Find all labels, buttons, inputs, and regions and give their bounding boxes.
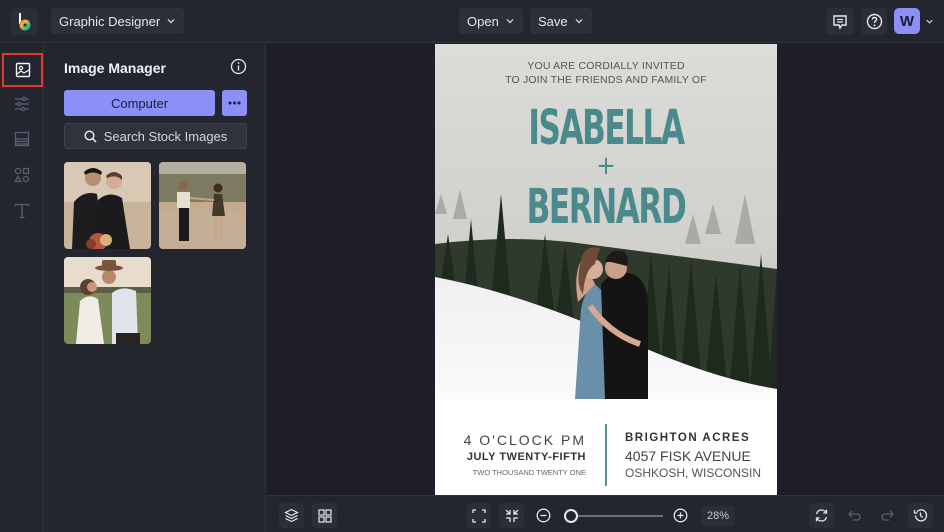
- more-options-button[interactable]: [222, 90, 247, 116]
- name-isabella[interactable]: ISABELLA: [483, 100, 729, 156]
- grid-icon: [317, 508, 332, 523]
- mode-selector[interactable]: Graphic Designer: [51, 8, 185, 34]
- save-label: Save: [538, 13, 568, 29]
- search-stock-images-button[interactable]: Search Stock Images: [64, 123, 247, 149]
- couple-photo-thumbnail: [159, 162, 246, 249]
- chevron-down-icon: [575, 19, 583, 24]
- more-icon: [228, 101, 241, 105]
- image-manager-panel: Image Manager Computer Search Stock Imag…: [44, 44, 266, 532]
- redo-button[interactable]: [875, 503, 900, 528]
- chevron-down-icon: [506, 19, 514, 24]
- venue-street[interactable]: 4057 FISK AVENUE: [625, 448, 751, 464]
- avatar[interactable]: W: [894, 8, 920, 34]
- zoom-out-icon[interactable]: [536, 508, 551, 523]
- open-button[interactable]: Open: [459, 8, 523, 34]
- rail-item-graphics[interactable]: [6, 160, 38, 190]
- sliders-icon: [15, 96, 29, 112]
- couple-photo-thumbnail: [64, 257, 151, 344]
- redo-icon: [881, 510, 894, 521]
- undo-icon: [848, 510, 861, 521]
- rail-item-text[interactable]: [6, 196, 38, 226]
- fit-to-screen-button[interactable]: [466, 503, 491, 528]
- comments-button[interactable]: [826, 8, 854, 35]
- image-icon: [15, 62, 30, 78]
- actual-size-button[interactable]: [499, 503, 524, 528]
- zoom-level[interactable]: 28%: [701, 506, 735, 526]
- bottom-toolbar: 28%: [266, 495, 944, 532]
- open-label: Open: [467, 13, 499, 29]
- befunky-logo-icon: [18, 12, 30, 30]
- image-thumbnail[interactable]: [64, 257, 151, 344]
- undo-button[interactable]: [842, 503, 867, 528]
- invitation-card[interactable]: YOU ARE CORDIALLY INVITED TO JOIN THE FR…: [435, 44, 777, 495]
- rail-item-layouts[interactable]: [6, 124, 38, 154]
- details-divider: [605, 424, 607, 486]
- search-icon: [84, 129, 97, 143]
- panel-title: Image Manager: [64, 60, 166, 76]
- info-icon[interactable]: [230, 58, 247, 75]
- shrink-icon: [505, 509, 518, 522]
- top-bar: Graphic Designer Open Save W: [0, 0, 944, 43]
- plus-sign[interactable]: +: [435, 151, 777, 181]
- expand-icon: [471, 508, 486, 523]
- card-background-photo[interactable]: YOU ARE CORDIALLY INVITED TO JOIN THE FR…: [435, 44, 777, 399]
- canvas-area: YOU ARE CORDIALLY INVITED TO JOIN THE FR…: [266, 44, 944, 495]
- app: Graphic Designer Open Save W Image Manag…: [0, 0, 944, 532]
- event-date[interactable]: JULY TWENTY-FIFTH: [467, 451, 586, 463]
- invite-line-1[interactable]: YOU ARE CORDIALLY INVITED: [435, 60, 777, 72]
- tool-rail: [0, 44, 44, 532]
- comment-icon: [833, 14, 847, 30]
- text-icon: [14, 203, 30, 219]
- grid-view-button[interactable]: [312, 503, 337, 528]
- image-thumbnail[interactable]: [159, 162, 246, 249]
- event-year[interactable]: TWO THOUSAND TWENTY ONE: [473, 468, 586, 477]
- layers-icon: [284, 508, 299, 523]
- image-thumbnail[interactable]: [64, 162, 151, 249]
- event-time[interactable]: 4 O'CLOCK PM: [464, 432, 586, 448]
- refresh-icon: [815, 509, 828, 522]
- zoom-slider-handle[interactable]: [563, 509, 578, 523]
- avatar-initial: W: [899, 12, 915, 30]
- invite-line-2[interactable]: TO JOIN THE FRIENDS AND FAMILY OF: [435, 74, 777, 86]
- save-button[interactable]: Save: [530, 8, 592, 34]
- shapes-icon: [14, 167, 30, 183]
- layers-button[interactable]: [279, 503, 304, 528]
- history-button[interactable]: [908, 503, 933, 528]
- zoom-slider-track[interactable]: [566, 515, 663, 517]
- layout-icon: [14, 131, 30, 147]
- rail-item-image-manager[interactable]: [2, 53, 43, 87]
- logo-button[interactable]: [11, 8, 38, 35]
- couple-photo-thumbnail: [64, 162, 151, 249]
- rail-item-customize[interactable]: [6, 89, 38, 119]
- computer-upload-button[interactable]: Computer: [64, 90, 215, 116]
- chevron-down-icon: [167, 19, 175, 24]
- help-button[interactable]: [861, 8, 887, 35]
- event-details: 4 O'CLOCK PM JULY TWENTY-FIFTH TWO THOUS…: [435, 399, 777, 495]
- search-label: Search Stock Images: [103, 128, 228, 144]
- computer-label: Computer: [110, 95, 169, 111]
- zoom-in-icon[interactable]: [673, 508, 688, 523]
- venue-name[interactable]: BRIGHTON ACRES: [625, 432, 750, 444]
- chevron-down-icon[interactable]: [925, 17, 934, 26]
- history-icon: [913, 509, 928, 522]
- mode-selector-label: Graphic Designer: [59, 13, 161, 29]
- replace-button[interactable]: [809, 503, 834, 528]
- name-bernard[interactable]: BERNARD: [483, 179, 729, 235]
- venue-city[interactable]: OSHKOSH, WISCONSIN: [625, 466, 761, 480]
- help-icon: [866, 13, 882, 30]
